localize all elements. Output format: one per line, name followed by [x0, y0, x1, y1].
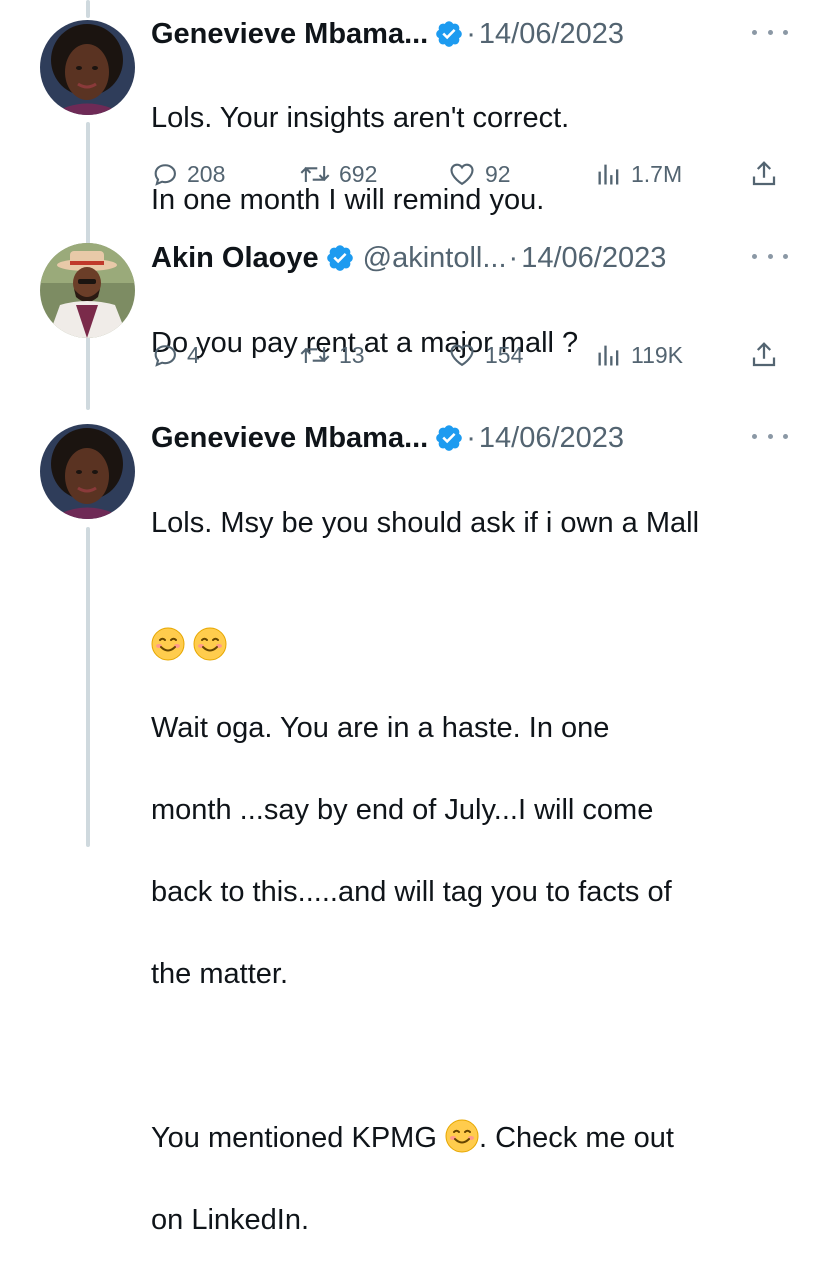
author-name[interactable]: Genevieve Mbama... — [151, 18, 428, 51]
tweet-date[interactable]: 14/06/2023 — [521, 242, 666, 275]
reply-icon — [154, 345, 176, 367]
author-handle[interactable]: @akintoll... — [363, 242, 507, 275]
like-button[interactable]: 154 — [447, 337, 523, 373]
more-icon[interactable] — [752, 20, 788, 44]
share-icon — [752, 342, 776, 367]
retweet-icon — [300, 347, 330, 363]
views-count: 1.7M — [631, 160, 683, 187]
avatar[interactable] — [40, 243, 135, 338]
separator-dot: · — [466, 421, 476, 454]
views-count: 119K — [631, 341, 684, 368]
reply-count: 208 — [187, 160, 226, 187]
tweet-date[interactable]: 14/06/2023 — [479, 18, 624, 51]
emoji-line — [151, 585, 791, 667]
tweet-text-line: Lols. Msy be you should ask if i own a M… — [151, 507, 700, 539]
tweet-text-line: You mentioned KPMG . Check me out — [151, 1118, 791, 1159]
views-icon — [598, 345, 619, 366]
tweet-text-line: Wait oga. You are in a haste. In one — [151, 712, 610, 744]
tweet-text: Lols. Msy be you should ask if i own a M… — [151, 462, 791, 1282]
tweet-text-fragment: You mentioned KPMG — [151, 1122, 437, 1154]
smiling-emoji-icon — [151, 627, 185, 661]
like-button[interactable]: 92 — [447, 156, 511, 192]
share-button[interactable] — [749, 156, 779, 192]
author-name[interactable]: Genevieve Mbama... — [151, 422, 428, 455]
more-icon[interactable] — [752, 424, 788, 448]
tweet-text-fragment: . Check me out — [478, 1122, 674, 1154]
like-icon — [450, 344, 474, 367]
tweet-text-line: on LinkedIn. — [151, 1204, 310, 1236]
like-count: 92 — [485, 160, 511, 187]
retweet-icon — [300, 166, 330, 182]
share-button[interactable] — [749, 337, 779, 373]
retweet-count: 13 — [339, 341, 365, 368]
separator-dot: · — [508, 241, 519, 274]
retweet-button[interactable]: 13 — [299, 337, 365, 373]
tweet-text-line: Lols. Your insights aren't correct. — [151, 102, 570, 134]
views-button[interactable]: 1.7M — [595, 156, 682, 192]
tweet-text-line: the matter. — [151, 958, 289, 990]
separator-dot: · — [466, 17, 476, 50]
retweet-count: 692 — [339, 160, 378, 187]
thread-line-top — [86, 0, 90, 18]
verified-badge-icon — [326, 245, 353, 271]
reply-icon — [154, 164, 176, 186]
avatar[interactable] — [40, 424, 135, 519]
views-icon — [598, 164, 619, 185]
more-icon[interactable] — [752, 244, 788, 268]
tweet-text-line: month ...say by end of July...I will com… — [151, 794, 654, 826]
tweet-actions: 4 13 154 119K — [151, 337, 791, 373]
retweet-button[interactable]: 692 — [299, 156, 377, 192]
verified-badge-icon — [436, 425, 463, 451]
tweet-actions: 208 692 92 1.7M — [151, 156, 791, 192]
author-name[interactable]: Akin Olaoye — [151, 242, 319, 275]
like-count: 154 — [485, 341, 524, 368]
reply-count: 4 — [187, 341, 200, 368]
smiling-emoji-icon — [193, 627, 227, 661]
verified-badge-icon — [436, 21, 463, 47]
avatar[interactable] — [40, 20, 135, 115]
tweet-text-line: back to this.....and will tag you to fac… — [151, 876, 672, 908]
views-button[interactable]: 119K — [595, 337, 683, 373]
smiling-emoji-icon — [445, 1119, 479, 1153]
reply-button[interactable]: 4 — [151, 337, 200, 373]
share-icon — [752, 161, 776, 186]
thread-line-3 — [86, 527, 90, 847]
like-icon — [450, 163, 474, 186]
tweet-date[interactable]: 14/06/2023 — [479, 422, 624, 455]
reply-button[interactable]: 208 — [151, 156, 225, 192]
